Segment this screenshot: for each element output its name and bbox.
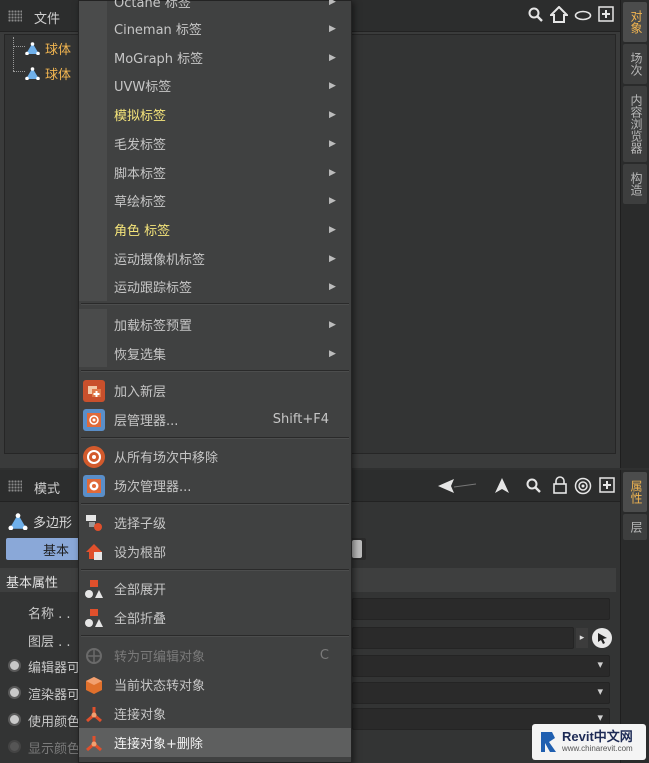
editor-visible-dropdown[interactable]: [352, 655, 610, 677]
tab-end-cap: [352, 540, 362, 558]
menu-mode[interactable]: 模式: [34, 478, 60, 497]
menu-item-set-as-root[interactable]: 设为根部: [79, 537, 351, 566]
menu-item-script-tags[interactable]: 脚本标签 ▶: [79, 158, 351, 187]
attr-object-row: 多边形: [8, 512, 72, 531]
back-arrow-icon[interactable]: [438, 478, 478, 494]
add-layer-icon: [82, 379, 105, 402]
layer-field[interactable]: [352, 627, 574, 649]
lock-icon[interactable]: [552, 476, 568, 494]
expand-all-icon: [83, 578, 105, 600]
menu-item-connect-objects[interactable]: 连接对象: [79, 699, 351, 728]
menu-item-make-editable[interactable]: 转为可编辑对象 C: [79, 641, 351, 670]
menu-item-hair-tags[interactable]: 毛发标签 ▶: [79, 129, 351, 158]
watermark-url: www.chinarevit.com: [562, 743, 633, 753]
connect-objects-delete-icon: [83, 732, 105, 754]
tab-objects[interactable]: 对象: [623, 2, 647, 42]
tab-structure[interactable]: 构造: [623, 164, 647, 204]
menu-item-motion-camera-tags[interactable]: 运动摄像机标签 ▶: [79, 244, 351, 273]
menu-item-cineman-tags[interactable]: Cineman 标签 ▶: [79, 14, 351, 43]
take-manager-icon: [82, 474, 105, 497]
context-menu: Octane 标签 ▶ Cineman 标签 ▶ MoGraph 标签 ▶ UVW标签…: [78, 0, 352, 763]
new-panel-icon[interactable]: [599, 477, 615, 493]
tab-takes[interactable]: 场次: [623, 44, 647, 84]
search-icon[interactable]: [528, 7, 544, 23]
editor-visible-label: 编辑器可: [28, 661, 81, 676]
search-icon[interactable]: [526, 478, 542, 494]
up-arrow-icon[interactable]: [494, 478, 510, 494]
radio-use-color[interactable]: [8, 713, 21, 726]
radio-editor-visible[interactable]: [8, 659, 21, 672]
panel-grip-icon[interactable]: [8, 480, 22, 492]
menu-item-remove-from-all-takes[interactable]: 从所有场次中移除: [79, 442, 351, 471]
name-field[interactable]: [352, 598, 610, 620]
render-visible-label: 渲染器可: [28, 688, 81, 703]
revit-logo-icon: [541, 732, 556, 752]
right-tabs-bottom: 属性 层: [620, 470, 649, 763]
watermark-brand: Revit中文网: [562, 729, 633, 745]
home-icon[interactable]: [550, 6, 568, 24]
polygon-object-icon: [8, 513, 28, 530]
render-visible-dropdown[interactable]: [352, 682, 610, 704]
make-editable-icon: [83, 645, 105, 667]
set-as-root-icon: [83, 541, 105, 563]
current-state-to-object-icon: [83, 674, 105, 696]
target-icon[interactable]: [574, 477, 592, 495]
menu-item-load-tag-preset[interactable]: 加载标签预置 ▶: [79, 310, 351, 339]
tree-item[interactable]: 球体: [25, 35, 71, 61]
tree-item-label: 球体: [45, 67, 72, 83]
attr-object-label: 多边形: [33, 516, 73, 531]
menu-item-expand-all[interactable]: 全部展开: [79, 574, 351, 603]
polygon-object-icon: [25, 41, 40, 55]
menu-item-select-children[interactable]: 选择子级: [79, 508, 351, 537]
menu-item-simulation-tags[interactable]: 模拟标签 ▶: [79, 100, 351, 129]
menu-file[interactable]: 文件: [34, 8, 60, 27]
polygon-object-icon: [25, 66, 40, 80]
layer-manager-icon: [82, 408, 105, 431]
menu-item-add-new-layer[interactable]: 加入新层: [79, 376, 351, 405]
ellipse-icon[interactable]: [574, 10, 592, 21]
tree-item-label: 球体: [45, 42, 72, 58]
menu-item-uvw-tags[interactable]: UVW标签 ▶: [79, 71, 351, 100]
radio-display-color[interactable]: [8, 740, 21, 753]
menu-item-take-manager[interactable]: 场次管理器...: [79, 471, 351, 500]
layer-arrow-button[interactable]: ▸: [576, 628, 588, 648]
connect-objects-icon: [83, 703, 105, 725]
radio-render-visible[interactable]: [8, 686, 21, 699]
menu-item-character-tags[interactable]: 角色 标签 ▶: [79, 215, 351, 244]
tab-basic-label: 基本: [42, 543, 69, 559]
name-label: 名称 . .: [28, 607, 71, 622]
use-color-label: 使用颜色: [28, 715, 81, 730]
menu-item-collapse-all[interactable]: 全部折叠: [79, 603, 351, 632]
menu-item-current-state-to-object[interactable]: 当前状态转对象: [79, 670, 351, 699]
menu-item-layer-manager[interactable]: 层管理器... Shift+F4: [79, 405, 351, 434]
layer-label: 图层 . .: [28, 635, 71, 650]
menu-item-restore-selection[interactable]: 恢复选集 ▶: [79, 339, 351, 368]
panel-grip-icon[interactable]: [8, 10, 22, 22]
tree-item[interactable]: 球体: [25, 60, 71, 86]
menu-item-mograph-tags[interactable]: MoGraph 标签 ▶: [79, 43, 351, 72]
right-tabs-top: 对象 场次 内容浏览器 构造: [620, 0, 649, 468]
section-title: 基本属性: [6, 576, 59, 591]
menu-item-sketch-tags[interactable]: 草绘标签 ▶: [79, 186, 351, 215]
new-panel-icon[interactable]: [598, 6, 614, 22]
select-children-icon: [83, 512, 105, 534]
tab-content-browser[interactable]: 内容浏览器: [623, 86, 647, 162]
pick-cursor-icon[interactable]: [591, 627, 613, 649]
tab-layers[interactable]: 层: [623, 514, 647, 540]
menu-item-connect-objects-delete[interactable]: 连接对象+删除: [79, 728, 351, 757]
display-color-label: 显示颜色: [28, 742, 81, 757]
menu-item-motion-tracker-tags[interactable]: 运动跟踪标签 ▶: [79, 272, 351, 301]
remove-from-takes-icon: [82, 445, 105, 468]
collapse-all-icon: [83, 607, 105, 629]
tab-attributes[interactable]: 属性: [623, 472, 647, 512]
watermark: Revit中文网 www.chinarevit.com: [532, 724, 646, 760]
